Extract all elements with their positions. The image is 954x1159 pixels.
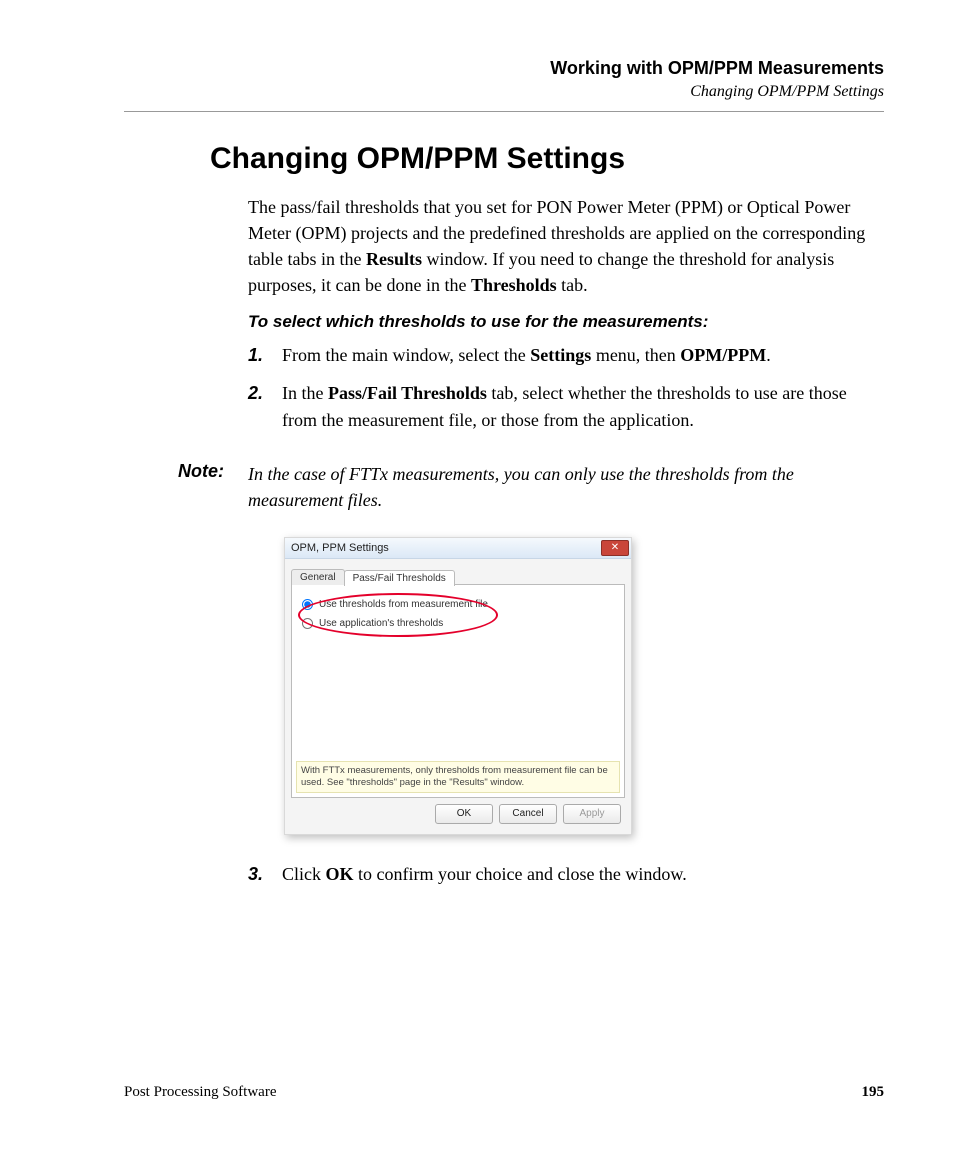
bold: OK	[326, 864, 354, 884]
section-heading: Changing OPM/PPM Settings	[210, 142, 884, 176]
text: menu, then	[591, 345, 680, 365]
running-head-subtitle: Changing OPM/PPM Settings	[124, 83, 884, 101]
intro-paragraph: The pass/fail thresholds that you set fo…	[248, 194, 884, 298]
cancel-button[interactable]: Cancel	[499, 804, 557, 824]
radio-label: Use application's thresholds	[319, 618, 443, 629]
dialog-titlebar: OPM, PPM Settings ✕	[285, 538, 631, 559]
text: to confirm your choice and close the win…	[354, 864, 687, 884]
footer-page-number: 195	[862, 1084, 885, 1101]
bold: OPM/PPM	[680, 345, 766, 365]
tab-thresholds[interactable]: Pass/Fail Thresholds	[344, 570, 455, 586]
text: tab.	[557, 275, 588, 295]
apply-button[interactable]: Apply	[563, 804, 621, 824]
tab-content: Use thresholds from measurement file Use…	[291, 584, 625, 798]
dialog-title: OPM, PPM Settings	[291, 542, 389, 554]
close-icon: ✕	[611, 543, 619, 553]
step-number: 1.	[248, 342, 263, 368]
step-number: 2.	[248, 380, 263, 406]
note-label: Note:	[178, 461, 248, 513]
radio-measurement-file[interactable]: Use thresholds from measurement file	[302, 599, 614, 610]
text: .	[766, 345, 771, 365]
text: From the main window, select the	[282, 345, 530, 365]
note-text: In the case of FTTx measurements, you ca…	[248, 461, 884, 513]
close-button[interactable]: ✕	[601, 540, 629, 556]
hint-banner: With FTTx measurements, only thresholds …	[296, 761, 620, 793]
text: In the	[282, 383, 328, 403]
step-3: 3. Click OK to confirm your choice and c…	[248, 861, 884, 887]
bold: Pass/Fail Thresholds	[328, 383, 487, 403]
text: Click	[282, 864, 326, 884]
bold: Results	[366, 249, 422, 269]
step-1: 1. From the main window, select the Sett…	[248, 342, 884, 368]
radio-label: Use thresholds from measurement file	[319, 599, 488, 610]
footer-product: Post Processing Software	[124, 1084, 277, 1101]
step-2: 2. In the Pass/Fail Thresholds tab, sele…	[248, 380, 884, 432]
settings-dialog: OPM, PPM Settings ✕ General Pass/Fail Th…	[284, 537, 632, 835]
procedure-lead: To select which thresholds to use for th…	[248, 312, 884, 332]
bold: Thresholds	[471, 275, 557, 295]
radio-input[interactable]	[302, 618, 313, 629]
tab-general[interactable]: General	[291, 569, 345, 585]
bold: Settings	[530, 345, 591, 365]
radio-application[interactable]: Use application's thresholds	[302, 618, 614, 629]
radio-input[interactable]	[302, 599, 313, 610]
header-rule	[124, 111, 884, 112]
running-head-title: Working with OPM/PPM Measurements	[124, 58, 884, 79]
step-number: 3.	[248, 861, 263, 887]
ok-button[interactable]: OK	[435, 804, 493, 824]
